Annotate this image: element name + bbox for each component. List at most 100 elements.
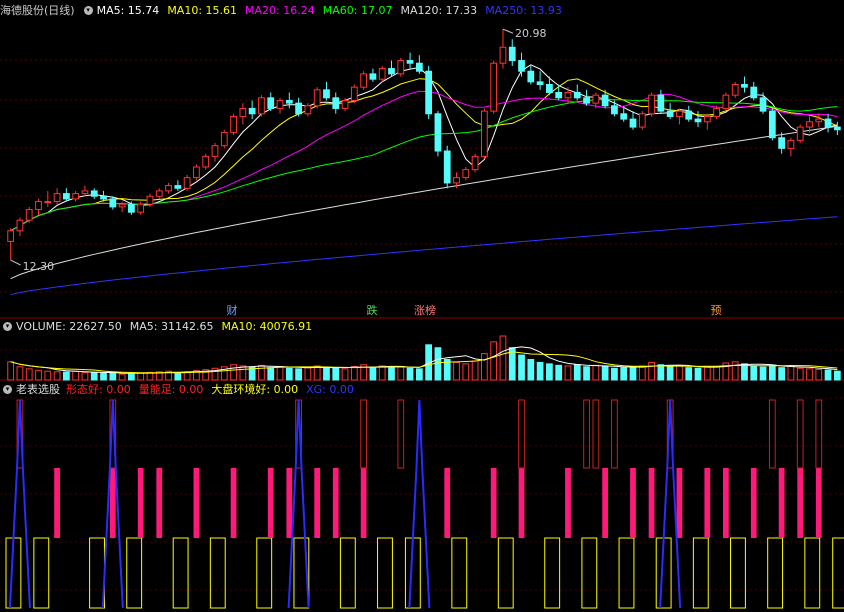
- candle-body-70: [657, 94, 665, 112]
- candle-body-85: [796, 126, 804, 141]
- volume-bar-55: [518, 354, 525, 381]
- candle-body-20: [193, 166, 200, 179]
- candle-30: [285, 92, 293, 109]
- candle-72: [676, 108, 683, 125]
- candle-79: [741, 76, 748, 93]
- candle-body-56: [527, 70, 535, 83]
- volume-bar-73: [685, 367, 693, 381]
- candle-38: [360, 71, 368, 90]
- volume-bar-61: [573, 364, 581, 381]
- candle-body-3: [35, 201, 42, 211]
- volume-signal-19: [704, 468, 711, 538]
- stock-chart[interactable]: 20.98 12.30 财 跌 涨榜 预: [0, 0, 844, 612]
- candle-body-25: [239, 107, 247, 117]
- env-pulse-14: [581, 537, 598, 609]
- volume-bar-76: [713, 366, 720, 381]
- candle-body-9: [90, 190, 98, 197]
- candle-body-49: [462, 169, 470, 179]
- env-pulse-17: [692, 537, 709, 609]
- shape-signal-8: [611, 399, 618, 469]
- candle-body-66: [620, 113, 628, 120]
- candle-44: [415, 55, 423, 74]
- candle-body-69: [648, 94, 655, 115]
- volume-bar-40: [378, 365, 386, 381]
- volume-signal-10: [360, 468, 367, 538]
- volume-signal-9: [332, 468, 339, 538]
- candle-body-7: [72, 193, 80, 200]
- candle-body-53: [499, 46, 507, 64]
- env-pulse-3: [126, 537, 143, 609]
- candle-body-78: [731, 84, 739, 96]
- volume-bar-72: [676, 365, 683, 381]
- candle-83: [778, 132, 786, 154]
- volume-bar-58: [546, 363, 553, 381]
- candle-87: [815, 113, 823, 128]
- candle-body-8: [81, 190, 89, 195]
- candle-body-75: [703, 115, 711, 123]
- volume-bar-74: [694, 367, 702, 381]
- env-pulse-11: [451, 537, 468, 609]
- candle-43: [406, 52, 414, 69]
- candle-body-88: [824, 118, 832, 128]
- candle-75: [703, 113, 711, 130]
- candle-88: [824, 113, 832, 133]
- shape-signal-12: [815, 399, 823, 469]
- volume-signal-21: [750, 468, 757, 538]
- candle-body-68: [638, 113, 646, 128]
- volume-signal-20: [723, 468, 729, 538]
- env-pulse-13: [544, 537, 561, 609]
- candle-body-26: [248, 107, 256, 115]
- candle-82: [768, 108, 776, 141]
- volume-bar-33: [313, 365, 321, 381]
- candle-body-81: [759, 97, 767, 112]
- candle-body-65: [611, 105, 618, 115]
- candle-46: [434, 111, 442, 157]
- candle-body-45: [425, 70, 433, 115]
- volume-signal-14: [565, 468, 571, 538]
- candle-body-73: [685, 110, 693, 120]
- low-pointer: [10, 259, 21, 266]
- candle-76: [713, 105, 720, 120]
- candle-22: [211, 143, 219, 162]
- volume-bar-5: [53, 371, 61, 381]
- candle-69: [648, 92, 655, 117]
- candle-5: [53, 188, 61, 205]
- candle-53: [499, 29, 507, 69]
- volume-bar-52: [490, 341, 498, 381]
- candle-body-38: [360, 73, 368, 88]
- candle-body-41: [388, 68, 395, 75]
- candle-body-74: [694, 118, 702, 123]
- candle-body-15: [146, 195, 154, 205]
- candle-body-0: [7, 230, 15, 242]
- env-pulse-15: [618, 537, 635, 609]
- volume-bar-88: [824, 369, 832, 381]
- volume-bar-30: [285, 367, 293, 381]
- volume-signal-8: [314, 468, 321, 538]
- candle-body-42: [397, 60, 405, 75]
- volume-signal-22: [778, 468, 785, 538]
- candle-34: [323, 81, 330, 101]
- env-pulse-9: [377, 537, 393, 609]
- volume-bar-84: [787, 366, 795, 381]
- candle-65: [611, 100, 618, 117]
- candle-body-54: [508, 46, 516, 62]
- volume-bar-64: [601, 366, 609, 381]
- candle-body-47: [443, 150, 451, 184]
- volume-signal-0: [54, 468, 60, 538]
- candle-body-62: [583, 97, 590, 104]
- candle-body-13: [128, 203, 135, 213]
- candle-body-50: [471, 155, 479, 171]
- candle-body-71: [666, 110, 674, 117]
- candle-21: [202, 153, 210, 170]
- env-pulse-21: [832, 537, 844, 609]
- candle-50: [471, 153, 479, 173]
- candle-9: [90, 188, 98, 199]
- candle-body-5: [53, 193, 61, 203]
- candle-3: [35, 198, 42, 215]
- candle-body-32: [304, 105, 312, 115]
- candle-27: [258, 95, 265, 117]
- volume-bar-35: [332, 367, 340, 381]
- candle-62: [583, 89, 590, 106]
- candle-57: [536, 71, 544, 90]
- volume-bar-4: [44, 370, 52, 381]
